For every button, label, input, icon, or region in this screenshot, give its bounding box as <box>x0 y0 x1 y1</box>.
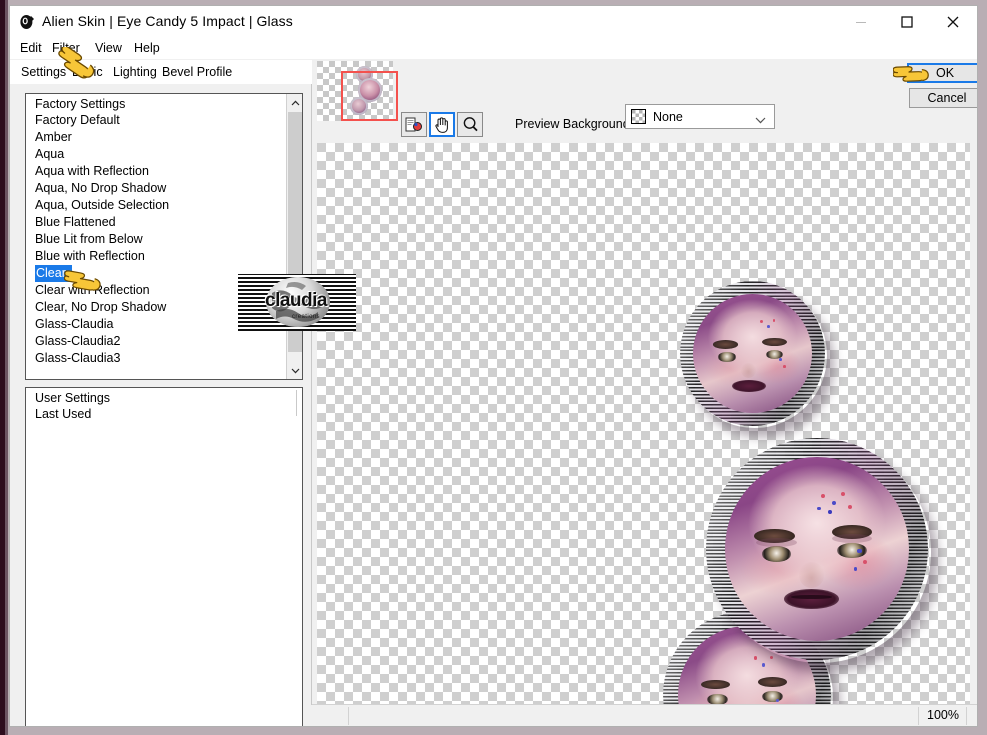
menu-item-edit[interactable]: Edit <box>16 40 46 56</box>
glass-portrait-middle <box>706 438 928 660</box>
menu-item-filter[interactable]: Filter <box>48 40 84 56</box>
list-item[interactable]: Aqua with Reflection <box>26 163 285 180</box>
navigator-thumbnail[interactable] <box>317 61 398 121</box>
minimize-button[interactable] <box>838 6 884 37</box>
tab-lighting[interactable]: Lighting <box>108 63 162 83</box>
decorative-outer-frame: Alien Skin | Eye Candy 5 Impact | Glass … <box>0 0 987 735</box>
list-item[interactable]: Glass-Claudia3 <box>26 350 285 367</box>
list-item[interactable]: Amber <box>26 129 285 146</box>
list-item-selected[interactable]: Clear <box>35 265 72 282</box>
list-item[interactable]: Last Used <box>26 406 302 423</box>
hand-pan-tool-button[interactable] <box>429 112 455 137</box>
user-list-scroll-hint <box>296 390 297 416</box>
user-settings-list[interactable]: User Settings Last Used <box>25 387 303 726</box>
chevron-down-icon <box>291 368 299 373</box>
preview-area: Preview Background: None 100% <box>312 60 977 726</box>
status-separator <box>348 707 349 725</box>
navigator-viewport-rect[interactable] <box>341 71 398 121</box>
menu-item-help[interactable]: Help <box>130 40 164 56</box>
tab-strip: Settings Basic Lighting Bevel Profile <box>10 60 312 84</box>
status-separator <box>918 707 919 725</box>
list-item[interactable]: Glass-Claudia2 <box>26 333 285 350</box>
portrait-inner-top <box>693 294 812 413</box>
list-item[interactable]: Aqua <box>26 146 285 163</box>
status-bar: 100% <box>312 704 977 726</box>
color-picker-tool-button[interactable] <box>401 112 427 137</box>
factory-list-scrollbar[interactable] <box>286 94 302 379</box>
list-item[interactable]: Blue Flattened <box>26 214 285 231</box>
preview-background-label: Preview Background: <box>515 117 634 131</box>
maximize-button[interactable] <box>884 6 930 37</box>
list-item-selected-row: Clear <box>26 265 285 282</box>
hand-icon <box>435 117 448 133</box>
list-item[interactable]: Clear with Reflection <box>26 282 285 299</box>
portrait-image-top <box>693 294 812 413</box>
ok-button[interactable]: OK <box>907 63 977 83</box>
status-separator <box>966 707 967 725</box>
preview-background-value: None <box>653 110 683 124</box>
minimize-icon <box>856 21 866 23</box>
list-item[interactable]: Factory Default <box>26 112 285 129</box>
close-icon <box>947 16 959 27</box>
color-picker-icon <box>405 117 422 131</box>
zoom-level-label: 100% <box>927 708 959 722</box>
list-item[interactable]: Aqua, Outside Selection <box>26 197 285 214</box>
menu-bar: Edit Filter View Help <box>10 37 977 59</box>
window-title: Alien Skin | Eye Candy 5 Impact | Glass <box>42 13 293 29</box>
list-item[interactable]: Aqua, No Drop Shadow <box>26 180 285 197</box>
tab-settings[interactable]: Settings <box>16 63 72 83</box>
list-item[interactable]: Blue Lit from Below <box>26 231 285 248</box>
portrait-image-middle <box>725 457 909 641</box>
tab-basic[interactable]: Basic <box>67 63 108 83</box>
portrait-inner-middle <box>725 457 909 641</box>
close-button[interactable] <box>930 6 976 37</box>
factory-settings-header: Factory Settings <box>35 97 126 111</box>
application-window: Alien Skin | Eye Candy 5 Impact | Glass … <box>9 5 978 727</box>
glass-portrait-top <box>680 281 825 426</box>
tab-bevel-profile[interactable]: Bevel Profile <box>157 63 237 83</box>
list-item[interactable]: Clear, No Drop Shadow <box>26 299 285 316</box>
settings-panel: Factory Settings Factory Default Amber A… <box>11 84 312 726</box>
canvas-right-gutter <box>970 143 977 713</box>
list-item[interactable]: Glass-Claudia <box>26 316 285 333</box>
scroll-down-button[interactable] <box>287 362 302 379</box>
alien-skin-logo-icon <box>19 14 35 30</box>
navigator-strip: Preview Background: None <box>312 60 977 143</box>
scroll-up-button[interactable] <box>287 94 302 111</box>
factory-settings-list-items: Factory Settings Factory Default Amber A… <box>26 94 285 379</box>
image-preview-canvas[interactable] <box>317 143 977 713</box>
magnifier-icon <box>463 117 478 132</box>
menu-item-view[interactable]: View <box>91 40 126 56</box>
scrollbar-thumb[interactable] <box>288 112 302 352</box>
factory-settings-list[interactable]: Factory Settings Factory Default Amber A… <box>25 93 303 380</box>
user-settings-header: User Settings <box>35 391 111 405</box>
list-item[interactable]: Blue with Reflection <box>26 248 285 265</box>
title-bar: Alien Skin | Eye Candy 5 Impact | Glass <box>10 6 977 37</box>
zoom-tool-button[interactable] <box>457 112 483 137</box>
chevron-up-icon <box>291 100 299 105</box>
maximize-icon <box>901 15 913 28</box>
cancel-button[interactable]: Cancel <box>909 88 977 108</box>
preview-background-select[interactable]: None <box>625 104 775 129</box>
chevron-down-icon <box>755 113 766 127</box>
checkerboard-swatch-icon <box>631 109 646 124</box>
